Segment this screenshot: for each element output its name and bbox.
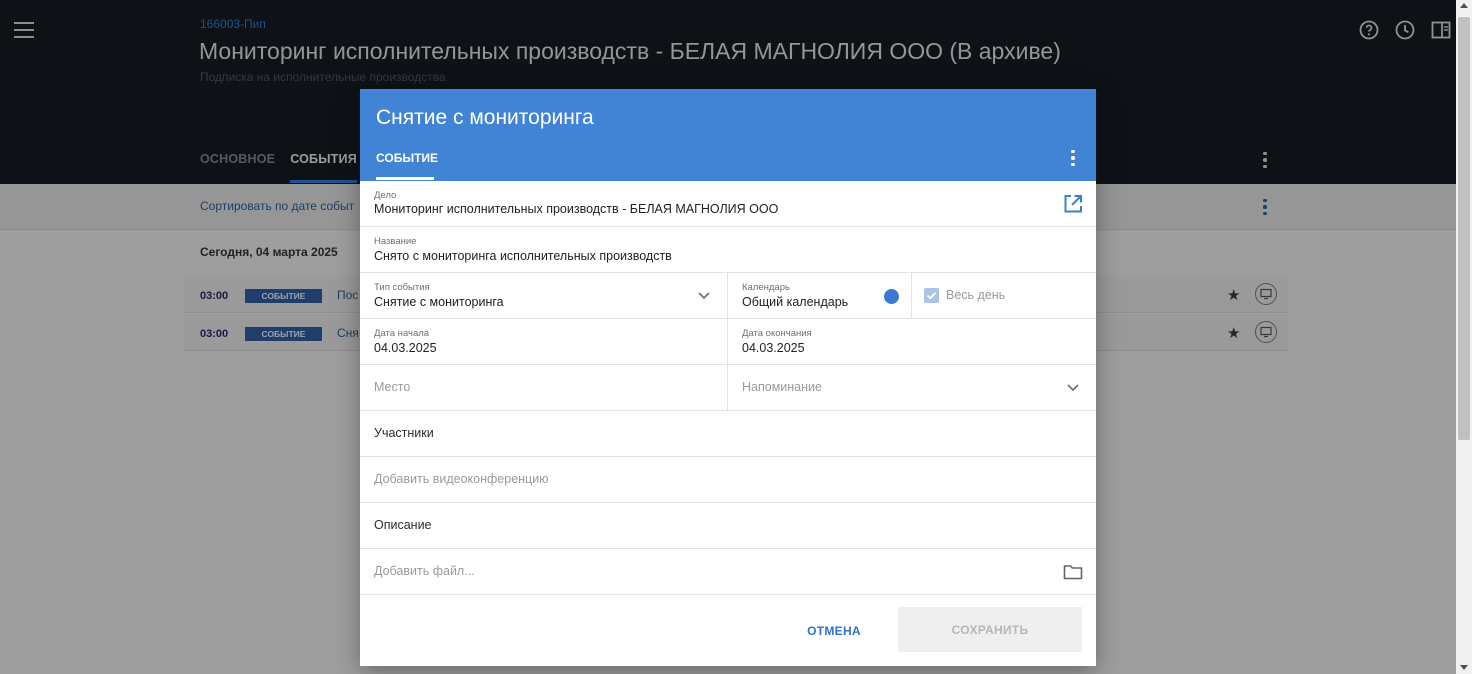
event-type-select[interactable]: Тип события Снятие с мониторинга xyxy=(360,273,727,318)
calendar-value: Общий календарь xyxy=(742,295,849,309)
page-scrollbar[interactable] xyxy=(1456,0,1472,674)
dates-row: Дата начала 04.03.2025 Дата окончания 04… xyxy=(360,319,1096,365)
dialog-header: Снятие с мониторинга СОБЫТИЕ xyxy=(360,89,1096,181)
end-date-label: Дата окончания xyxy=(742,328,812,339)
folder-icon[interactable] xyxy=(1063,562,1083,582)
participants-field[interactable]: Участники xyxy=(360,411,1096,457)
open-in-new-icon[interactable] xyxy=(1063,194,1083,214)
case-value: Мониторинг исполнительных производств - … xyxy=(374,202,779,216)
start-date-field[interactable]: Дата начала 04.03.2025 xyxy=(360,319,727,364)
case-field[interactable]: Дело Мониторинг исполнительных производс… xyxy=(360,181,1096,227)
name-label: Название xyxy=(374,236,417,247)
start-date-value: 04.03.2025 xyxy=(374,341,437,355)
chevron-down-icon[interactable] xyxy=(697,288,711,302)
end-date-field[interactable]: Дата окончания 04.03.2025 xyxy=(727,319,1096,364)
dialog-title: Снятие с мониторинга xyxy=(376,106,594,129)
all-day-checkbox[interactable] xyxy=(924,288,939,303)
tab-event[interactable]: СОБЫТИЕ xyxy=(376,151,438,165)
place-placeholder: Место xyxy=(374,380,411,394)
cancel-button[interactable]: ОТМЕНА xyxy=(800,615,868,647)
description-field[interactable]: Описание xyxy=(360,503,1096,549)
name-field[interactable]: Название Снято с мониторинга исполнитель… xyxy=(360,227,1096,273)
start-date-label: Дата начала xyxy=(374,328,430,339)
file-field[interactable]: Добавить файл... xyxy=(360,549,1096,595)
videoconference-placeholder: Добавить видеоконференцию xyxy=(374,472,549,486)
event-type-value: Снятие с мониторинга xyxy=(374,295,504,309)
place-input[interactable]: Место xyxy=(360,365,727,410)
dialog-footer: ОТМЕНА СОХРАНИТЬ xyxy=(360,593,1096,666)
reminder-select[interactable]: Напоминание xyxy=(727,365,1096,410)
name-value: Снято с мониторинга исполнительных произ… xyxy=(374,249,672,263)
type-calendar-row: Тип события Снятие с мониторинга Календа… xyxy=(360,273,1096,319)
save-button[interactable]: СОХРАНИТЬ xyxy=(898,607,1082,652)
place-reminder-row: Место Напоминание xyxy=(360,365,1096,411)
scroll-down-arrow-icon[interactable] xyxy=(1460,665,1468,670)
scroll-up-arrow-icon[interactable] xyxy=(1460,3,1468,8)
scroll-thumb[interactable] xyxy=(1458,17,1470,440)
end-date-value: 04.03.2025 xyxy=(742,341,805,355)
active-tab-indicator xyxy=(376,177,434,180)
description-label: Описание xyxy=(374,518,432,532)
reminder-placeholder: Напоминание xyxy=(742,380,822,394)
calendar-label: Календарь xyxy=(742,282,790,293)
participants-label: Участники xyxy=(374,426,434,440)
all-day-label: Весь день xyxy=(946,288,1006,302)
file-placeholder: Добавить файл... xyxy=(374,564,475,578)
chevron-down-icon[interactable] xyxy=(1066,380,1080,394)
calendar-color-dot xyxy=(884,289,899,304)
event-dialog: Снятие с мониторинга СОБЫТИЕ Дело Монито… xyxy=(360,89,1096,666)
case-label: Дело xyxy=(374,190,397,201)
dialog-more-vert-icon[interactable] xyxy=(1063,148,1083,168)
event-type-label: Тип события xyxy=(374,282,430,293)
videoconference-field[interactable]: Добавить видеоконференцию xyxy=(360,457,1096,503)
all-day-toggle[interactable]: Весь день xyxy=(911,273,1096,318)
